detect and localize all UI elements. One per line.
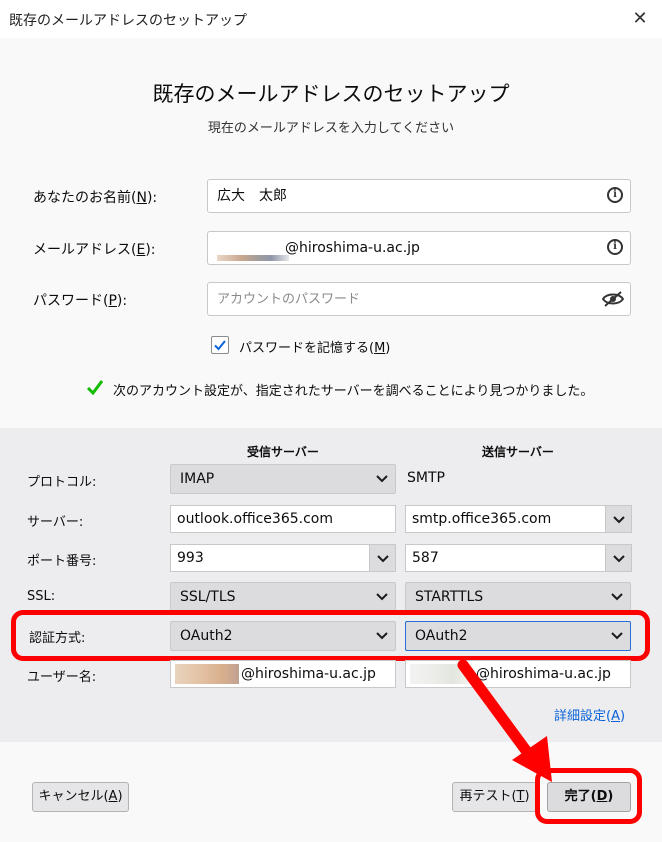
done-highlight-box xyxy=(535,768,642,824)
protocol-label: プロトコル: xyxy=(27,475,97,490)
outgoing-port-dropdown-button[interactable] xyxy=(606,544,632,572)
checkmark-icon xyxy=(214,340,226,351)
server-label: サーバー: xyxy=(27,515,84,530)
page-subtitle: 現在のメールアドレスを入力してください xyxy=(207,121,455,136)
email-label: メールアドレス(E): xyxy=(33,242,156,258)
password-placeholder: アカウントのパスワード xyxy=(217,292,361,307)
password-label: パスワード(P): xyxy=(33,293,128,309)
incoming-ssl-select[interactable]: SSL/TLS xyxy=(170,582,396,612)
outgoing-server-header: 送信サーバー xyxy=(482,445,554,459)
title-bar: 既存のメールアドレスのセットアップ ✕ xyxy=(0,0,662,39)
redacted-username xyxy=(217,255,289,261)
outgoing-protocol-value: SMTP xyxy=(407,470,445,486)
incoming-protocol-select[interactable]: IMAP xyxy=(170,464,396,494)
outgoing-server-dropdown-button[interactable] xyxy=(606,505,632,533)
close-icon[interactable]: ✕ xyxy=(626,5,654,33)
incoming-username-input[interactable]: @hiroshima-u.ac.jp xyxy=(170,660,396,688)
email-input[interactable]: @hiroshima-u.ac.jp i xyxy=(207,231,631,265)
eye-slash-icon[interactable] xyxy=(602,291,624,307)
outgoing-server-input[interactable]: smtp.office365.com xyxy=(405,505,606,533)
chevron-down-icon xyxy=(376,475,388,483)
success-check-icon xyxy=(86,380,104,396)
info-icon[interactable]: i xyxy=(607,239,623,255)
remember-password-checkbox[interactable] xyxy=(211,336,229,354)
chevron-down-icon xyxy=(613,555,625,563)
ssl-label: SSL: xyxy=(27,589,56,604)
email-domain: @hiroshima-u.ac.jp xyxy=(285,240,420,256)
username-label: ユーザー名: xyxy=(27,670,97,685)
retest-button[interactable]: 再テスト(T) xyxy=(452,782,537,812)
red-arrow-annotation xyxy=(457,660,552,782)
incoming-port-dropdown-button[interactable] xyxy=(370,544,396,572)
outgoing-port-input[interactable]: 587 xyxy=(405,544,606,572)
port-label: ポート番号: xyxy=(27,554,97,569)
name-value: 広大 太郎 xyxy=(217,188,287,204)
chevron-down-icon xyxy=(611,593,623,601)
outgoing-ssl-select[interactable]: STARTTLS xyxy=(405,582,631,612)
password-input[interactable]: アカウントのパスワード xyxy=(207,282,631,316)
remember-password-label[interactable]: パスワードを記憶する(M) xyxy=(239,337,390,356)
name-label: あなたのお名前(N): xyxy=(33,190,158,206)
redacted-username xyxy=(175,664,239,684)
cancel-button[interactable]: キャンセル(A) xyxy=(32,782,129,812)
chevron-down-icon xyxy=(613,516,625,524)
info-icon[interactable]: i xyxy=(607,187,623,203)
incoming-port-input[interactable]: 993 xyxy=(170,544,370,572)
incoming-server-header: 受信サーバー xyxy=(247,445,319,459)
status-message: 次のアカウント設定が、指定されたサーバーを調べることにより見つかりました。 xyxy=(113,384,594,399)
window-title: 既存のメールアドレスのセットアップ xyxy=(9,13,247,29)
name-input[interactable]: 広大 太郎 i xyxy=(207,179,631,213)
chevron-down-icon xyxy=(376,593,388,601)
chevron-down-icon xyxy=(377,555,389,563)
page-title: 既存のメールアドレスのセットアップ xyxy=(152,82,510,106)
auth-highlight-box xyxy=(11,610,650,661)
incoming-server-input[interactable]: outlook.office365.com xyxy=(170,505,396,533)
